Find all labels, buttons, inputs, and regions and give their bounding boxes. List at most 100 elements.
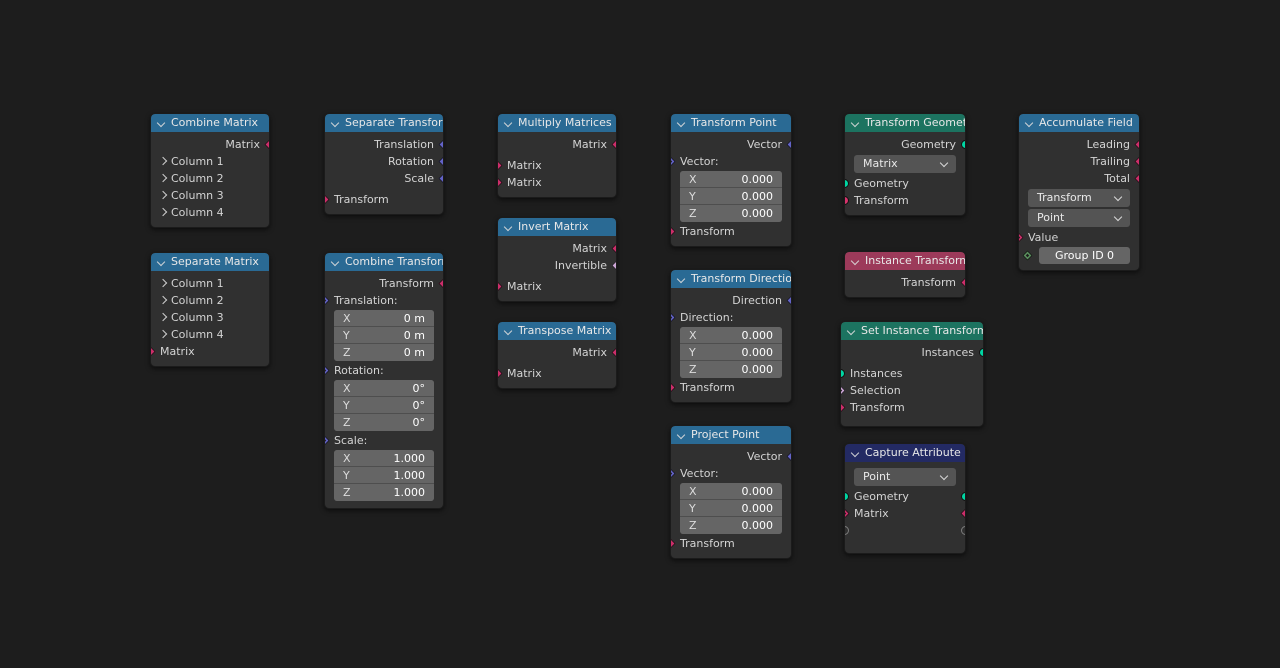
socket-matrix[interactable] bbox=[671, 226, 676, 237]
socket-vector[interactable] bbox=[786, 451, 791, 462]
socket-add-out[interactable] bbox=[961, 526, 965, 535]
socket-vector[interactable] bbox=[325, 295, 330, 306]
translation-x-field[interactable]: X 0 m bbox=[334, 310, 434, 327]
direction-fields[interactable]: X 0.000 Y 0.000 Z 0.000 bbox=[680, 327, 782, 378]
node-capture-attribute[interactable]: Capture Attribute Point Geometry Matrix bbox=[844, 443, 966, 554]
socket-integer[interactable] bbox=[1022, 250, 1033, 261]
node-header-transform-direction[interactable]: Transform Direction bbox=[671, 270, 791, 288]
output-socket-row-geometry[interactable]: Geometry bbox=[845, 136, 965, 153]
node-accumulate-field[interactable]: Accumulate Field Leading Trailing Total bbox=[1018, 113, 1140, 271]
chevron-down-icon[interactable] bbox=[331, 258, 340, 267]
panel-row-column-4[interactable]: Column 4 bbox=[151, 204, 269, 221]
node-header-combine-matrix[interactable]: Combine Matrix bbox=[151, 114, 269, 132]
vector-z-field[interactable]: Z 0.000 bbox=[680, 205, 782, 222]
input-socket-row-vector[interactable]: Vector: bbox=[671, 465, 791, 482]
socket-geometry[interactable] bbox=[961, 140, 965, 149]
input-socket-row-transform[interactable]: Transform bbox=[671, 223, 791, 240]
output-socket-row-transform[interactable]: Transform bbox=[325, 275, 443, 292]
socket-matrix[interactable] bbox=[671, 538, 676, 549]
node-combine-transform[interactable]: Combine Transform Transform Translation:… bbox=[324, 252, 444, 509]
node-header-combine-transform[interactable]: Combine Transform bbox=[325, 253, 443, 271]
input-socket-row-transform[interactable]: Transform bbox=[845, 192, 965, 209]
panel-row-column-1[interactable]: Column 1 bbox=[151, 153, 269, 170]
socket-matrix[interactable] bbox=[611, 139, 616, 150]
vector-fields[interactable]: X 0.000 Y 0.000 Z 0.000 bbox=[680, 483, 782, 534]
scale-z-field[interactable]: Z 1.000 bbox=[334, 484, 434, 501]
input-socket-row-geometry[interactable]: Geometry bbox=[845, 175, 965, 192]
input-socket-row-transform[interactable]: Transform bbox=[841, 399, 983, 416]
socket-matrix[interactable] bbox=[498, 368, 503, 379]
output-socket-row-matrix[interactable]: Matrix bbox=[498, 136, 616, 153]
chevron-down-icon[interactable] bbox=[504, 119, 513, 128]
socket-rotation[interactable] bbox=[325, 365, 330, 376]
output-socket-row-translation[interactable]: Translation bbox=[325, 136, 443, 153]
rotation-y-field[interactable]: Y 0° bbox=[334, 397, 434, 414]
socket-matrix[interactable] bbox=[611, 243, 616, 254]
socket-matrix[interactable] bbox=[438, 278, 443, 289]
socket-matrix[interactable] bbox=[611, 347, 616, 358]
node-editor-canvas[interactable]: Combine Matrix Matrix Column 1 Column 2 … bbox=[0, 0, 1280, 668]
direction-z-field[interactable]: Z 0.000 bbox=[680, 361, 782, 378]
chevron-down-icon[interactable] bbox=[1025, 119, 1034, 128]
rotation-z-field[interactable]: Z 0° bbox=[334, 414, 434, 431]
vector-x-field[interactable]: X 0.000 bbox=[680, 483, 782, 500]
socket-vector[interactable] bbox=[438, 173, 443, 184]
node-separate-transform[interactable]: Separate Transform Translation Rotation … bbox=[324, 113, 444, 215]
socket-row-empty[interactable] bbox=[845, 522, 965, 539]
chevron-down-icon[interactable] bbox=[851, 257, 860, 266]
direction-x-field[interactable]: X 0.000 bbox=[680, 327, 782, 344]
socket-matrix-out[interactable] bbox=[960, 508, 965, 519]
output-socket-row-invertible[interactable]: Invertible bbox=[498, 257, 616, 274]
output-socket-row-scale[interactable]: Scale bbox=[325, 170, 443, 187]
vector-y-field[interactable]: Y 0.000 bbox=[680, 500, 782, 517]
socket-vector[interactable] bbox=[438, 139, 443, 150]
input-socket-row-transform[interactable]: Transform bbox=[671, 379, 791, 396]
socket-vector[interactable] bbox=[671, 312, 676, 323]
scale-fields[interactable]: X 1.000 Y 1.000 Z 1.000 bbox=[334, 450, 434, 501]
socket-matrix[interactable] bbox=[1134, 139, 1139, 150]
translation-fields[interactable]: X 0 m Y 0 m Z 0 m bbox=[334, 310, 434, 361]
socket-rotation[interactable] bbox=[438, 156, 443, 167]
chevron-down-icon[interactable] bbox=[157, 258, 166, 267]
node-project-point[interactable]: Project Point Vector Vector: X 0.000 Y 0… bbox=[670, 425, 792, 559]
socket-vector[interactable] bbox=[671, 156, 676, 167]
socket-geometry-out[interactable] bbox=[961, 492, 965, 501]
node-header-separate-matrix[interactable]: Separate Matrix bbox=[151, 253, 269, 271]
node-header-transform-geometry[interactable]: Transform Geometry bbox=[845, 114, 965, 132]
domain-dropdown[interactable]: Point bbox=[854, 468, 956, 486]
socket-matrix[interactable] bbox=[1134, 156, 1139, 167]
node-combine-matrix[interactable]: Combine Matrix Matrix Column 1 Column 2 … bbox=[150, 113, 270, 228]
node-header-accumulate-field[interactable]: Accumulate Field bbox=[1019, 114, 1139, 132]
node-header-separate-transform[interactable]: Separate Transform bbox=[325, 114, 443, 132]
socket-matrix[interactable] bbox=[960, 277, 965, 288]
translation-z-field[interactable]: Z 0 m bbox=[334, 344, 434, 361]
chevron-down-icon[interactable] bbox=[157, 119, 166, 128]
input-socket-row-translation[interactable]: Translation: bbox=[325, 292, 443, 309]
panel-row-column-2[interactable]: Column 2 bbox=[151, 292, 269, 309]
chevron-down-icon[interactable] bbox=[331, 119, 340, 128]
chevron-down-icon[interactable] bbox=[847, 327, 856, 336]
output-socket-row-trailing[interactable]: Trailing bbox=[1019, 153, 1139, 170]
chevron-down-icon[interactable] bbox=[504, 327, 513, 336]
node-transform-point[interactable]: Transform Point Vector Vector: X 0.000 Y… bbox=[670, 113, 792, 247]
input-socket-row-selection[interactable]: Selection bbox=[841, 382, 983, 399]
vector-y-field[interactable]: Y 0.000 bbox=[680, 188, 782, 205]
panel-row-column-3[interactable]: Column 3 bbox=[151, 309, 269, 326]
input-socket-row-transform[interactable]: Transform bbox=[671, 535, 791, 552]
socket-matrix[interactable] bbox=[498, 160, 503, 171]
socket-geometry[interactable] bbox=[979, 348, 983, 357]
node-header-multiply-matrices[interactable]: Multiply Matrices bbox=[498, 114, 616, 132]
panel-row-column-1[interactable]: Column 1 bbox=[151, 275, 269, 292]
socket-vector[interactable] bbox=[786, 139, 791, 150]
input-socket-row-direction[interactable]: Direction: bbox=[671, 309, 791, 326]
panel-row-column-3[interactable]: Column 3 bbox=[151, 187, 269, 204]
socket-vector[interactable] bbox=[325, 435, 330, 446]
socket-matrix[interactable] bbox=[498, 281, 503, 292]
group-id-field[interactable]: Group ID 0 bbox=[1039, 247, 1130, 264]
node-multiply-matrices[interactable]: Multiply Matrices Matrix Matrix Matrix bbox=[497, 113, 617, 198]
socket-matrix[interactable] bbox=[1019, 232, 1024, 243]
socket-vector[interactable] bbox=[786, 295, 791, 306]
socket-boolean[interactable] bbox=[611, 260, 616, 271]
input-socket-row-vector[interactable]: Vector: bbox=[671, 153, 791, 170]
node-header-capture-attribute[interactable]: Capture Attribute bbox=[845, 444, 965, 462]
